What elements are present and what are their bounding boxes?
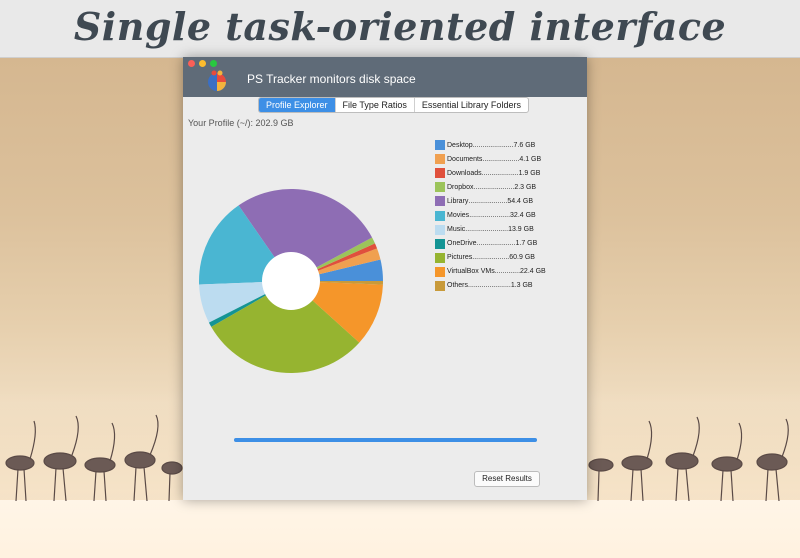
legend-swatch bbox=[435, 224, 445, 235]
tab-file-type-ratios[interactable]: File Type Ratios bbox=[334, 98, 414, 112]
legend-swatch bbox=[435, 140, 445, 151]
legend-label: Music bbox=[447, 226, 466, 234]
legend-swatch bbox=[435, 280, 445, 291]
legend-label: Documents bbox=[447, 155, 483, 163]
window-title: PS Tracker monitors disk space bbox=[247, 72, 416, 86]
legend-swatch bbox=[435, 210, 445, 221]
legend-size: 22.4 GB bbox=[520, 268, 546, 276]
banner: Single task-oriented interface bbox=[0, 0, 800, 58]
legend-leader-dots: .................... bbox=[476, 240, 516, 248]
legend-swatch bbox=[435, 266, 445, 277]
legend-swatch bbox=[435, 168, 445, 179]
legend-swatch bbox=[435, 154, 445, 165]
window-controls bbox=[188, 60, 217, 67]
legend-leader-dots: ................... bbox=[482, 155, 520, 163]
donut-hole bbox=[262, 252, 320, 310]
disk-usage-donut-chart bbox=[199, 189, 383, 373]
legend-item: Dropbox..................... 2.3 GB bbox=[435, 180, 585, 194]
legend-size: 1.7 GB bbox=[515, 240, 538, 248]
legend-item: Movies..................... 32.4 GB bbox=[435, 208, 585, 222]
chart-legend: Desktop..................... 7.6 GB Docume… bbox=[435, 138, 585, 293]
flamingos-left-image bbox=[5, 414, 183, 502]
legend-label: OneDrive bbox=[447, 240, 477, 248]
legend-leader-dots: ..................... bbox=[472, 141, 514, 149]
legend-swatch bbox=[435, 196, 445, 207]
flamingos-right-image bbox=[588, 416, 789, 502]
legend-leader-dots: ............. bbox=[494, 268, 521, 276]
app-window: PS Tracker monitors disk space Profile E… bbox=[183, 57, 587, 500]
legend-item: Pictures................... 60.9 GB bbox=[435, 251, 585, 265]
legend-label: Movies bbox=[447, 212, 470, 220]
legend-item: Library.................... 54.4 GB bbox=[435, 194, 585, 208]
segmented-tabs: Profile Explorer File Type Ratios Essent… bbox=[258, 97, 529, 113]
legend-item: Downloads................... 1.9 GB bbox=[435, 166, 585, 180]
scan-progress-bar bbox=[234, 438, 537, 442]
legend-swatch bbox=[435, 238, 445, 249]
titlebar: PS Tracker monitors disk space bbox=[183, 57, 587, 97]
legend-leader-dots: ................... bbox=[481, 169, 519, 177]
scan-progress-fill bbox=[234, 438, 537, 442]
legend-item: Desktop..................... 7.6 GB bbox=[435, 138, 585, 152]
legend-size: 1.3 GB bbox=[510, 282, 533, 290]
legend-label: Downloads bbox=[447, 169, 482, 177]
banner-title: Single task-oriented interface bbox=[73, 4, 727, 49]
legend-size: 2.3 GB bbox=[514, 183, 537, 191]
legend-swatch bbox=[435, 252, 445, 263]
app-logo-icon bbox=[208, 70, 226, 91]
profile-size-label: Your Profile (~/): 202.9 GB bbox=[188, 118, 294, 128]
legend-leader-dots: ..................... bbox=[473, 183, 515, 191]
zoom-window-button[interactable] bbox=[210, 60, 217, 67]
legend-size: 1.9 GB bbox=[518, 169, 541, 177]
legend-label: Dropbox bbox=[447, 183, 474, 191]
legend-leader-dots: ..................... bbox=[469, 212, 511, 220]
close-window-button[interactable] bbox=[188, 60, 195, 67]
legend-leader-dots: ...................... bbox=[465, 226, 509, 234]
tab-profile-explorer[interactable]: Profile Explorer bbox=[259, 98, 335, 112]
legend-size: 4.1 GB bbox=[519, 155, 542, 163]
legend-label: Library bbox=[447, 197, 469, 205]
legend-leader-dots: ...................... bbox=[468, 282, 511, 290]
legend-size: 13.9 GB bbox=[508, 226, 534, 234]
legend-size: 32.4 GB bbox=[510, 212, 536, 220]
legend-size: 60.9 GB bbox=[509, 254, 535, 262]
legend-label: Pictures bbox=[447, 254, 473, 262]
legend-label: VirtualBox VMs bbox=[447, 268, 495, 276]
legend-item: OneDrive.................... 1.7 GB bbox=[435, 237, 585, 251]
legend-item: Documents................... 4.1 GB bbox=[435, 152, 585, 166]
legend-leader-dots: ................... bbox=[472, 254, 510, 262]
legend-label: Others bbox=[447, 282, 469, 290]
minimize-window-button[interactable] bbox=[199, 60, 206, 67]
legend-item: Music...................... 13.9 GB bbox=[435, 223, 585, 237]
legend-size: 54.4 GB bbox=[507, 197, 533, 205]
legend-label: Desktop bbox=[447, 141, 473, 149]
legend-leader-dots: .................... bbox=[468, 197, 508, 205]
tab-essential-library-folders[interactable]: Essential Library Folders bbox=[413, 98, 528, 112]
legend-size: 7.6 GB bbox=[513, 141, 536, 149]
legend-item: VirtualBox VMs............. 22.4 GB bbox=[435, 265, 585, 279]
legend-item: Others...................... 1.3 GB bbox=[435, 279, 585, 293]
legend-swatch bbox=[435, 182, 445, 193]
reset-results-button[interactable]: Reset Results bbox=[474, 471, 540, 487]
